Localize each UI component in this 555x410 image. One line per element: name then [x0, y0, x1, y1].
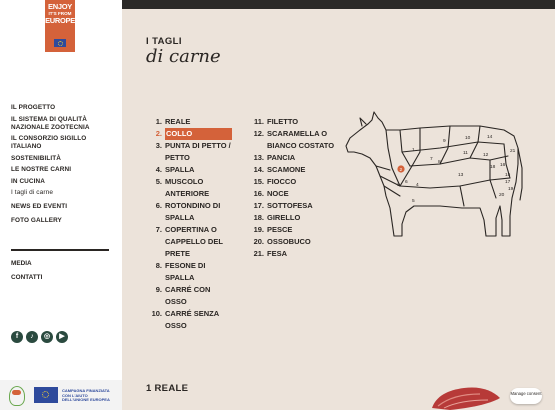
cut-label-16: 16 [500, 162, 506, 168]
enjoy-europe-logo[interactable]: ENJOY IT'S FROM EUROPE [45, 0, 75, 52]
page-title: di carne [146, 46, 221, 67]
cut-item[interactable]: 11. FILETTO [248, 116, 338, 128]
cut-item[interactable]: 13. PANCIA [248, 152, 338, 164]
cut-label-8: 8 [438, 159, 441, 165]
cut-item[interactable]: 3. PUNTA DI PETTO / PETTO [146, 140, 232, 164]
youtube-icon[interactable]: ▶ [56, 331, 68, 343]
nav-item-progetto[interactable]: IL PROGETTO [11, 104, 117, 112]
eu-flag-icon [34, 387, 58, 403]
cut-label-20: 20 [499, 192, 505, 198]
cut-label-4: 4 [416, 182, 419, 188]
social-links: f ♪ ◎ ▶ [11, 331, 68, 343]
cut-item[interactable]: 8. FESONE DI SPALLA [146, 260, 232, 284]
nav-item-contatti[interactable]: CONTATTI [11, 274, 42, 282]
nav-item-in-cucina[interactable]: IN CUCINA [11, 178, 117, 186]
cut-label-10: 10 [465, 135, 471, 141]
nav-item-media[interactable]: MEDIA [11, 260, 42, 268]
cut-item[interactable]: 20. OSSOBUCO [248, 236, 338, 248]
cut-label-7: 7 [430, 156, 433, 162]
cut-item[interactable]: 5. MUSCOLO ANTERIORE [146, 176, 232, 200]
eu-flag-icon [54, 39, 66, 47]
tiktok-icon[interactable]: ♪ [26, 331, 38, 343]
cut-label-9: 9 [443, 138, 446, 144]
logo-line3: EUROPE [45, 16, 75, 26]
nav-item-news-eventi[interactable]: NEWS ED EVENTI [11, 203, 117, 211]
cut-item[interactable]: 6. ROTONDINO DI SPALLA [146, 200, 232, 224]
nav-item-foto-gallery[interactable]: FOTO GALLERY [11, 217, 117, 225]
cut-label-15: 15 [505, 172, 511, 178]
logo-line1: ENJOY [48, 2, 72, 11]
cut-item[interactable]: 16. NOCE [248, 188, 338, 200]
cow-cuts-diagram[interactable]: 1 2 3 4 5 6 7 8 9 10 11 12 13 14 15 16 1… [340, 108, 525, 243]
secondary-nav: MEDIA CONTATTI [11, 260, 42, 288]
cut-label-14: 14 [487, 134, 493, 140]
cow-outline [345, 111, 519, 237]
facebook-icon[interactable]: f [11, 331, 23, 343]
meat-cut-image [432, 387, 500, 410]
cut-label-1: 1 [412, 147, 415, 153]
cut-label-3: 3 [397, 182, 400, 188]
section-title: 1 REALE [146, 383, 189, 394]
sidebar: ENJOY IT'S FROM EUROPE IL PROGETTO IL SI… [0, 0, 122, 410]
funding-text: CAMPAGNA FINANZIATA CON L'AIUTO DELL'UNI… [62, 388, 110, 402]
cut-label-11: 11 [463, 150, 468, 156]
cut-label-12: 12 [483, 152, 489, 158]
cut-item[interactable]: 12. SCARAMELLA O BIANCO COSTATO [248, 128, 338, 152]
main-nav: IL PROGETTO IL SISTEMA DI QUALITÀ NAZION… [11, 104, 117, 225]
cut-item-active[interactable]: 2. COLLO [146, 128, 232, 140]
cut-item[interactable]: 7. COPERTINA O CAPPELLO DEL PRETE [146, 224, 232, 260]
cut-item[interactable]: 21. FESA [248, 248, 338, 260]
cut-label-19: 19 [508, 186, 514, 192]
cut-item[interactable]: 17. SOTTOFESA [248, 200, 338, 212]
cut-label-6: 6 [405, 179, 408, 185]
cow-ear [359, 117, 367, 127]
cut-item[interactable]: 10. CARRÉ SENZA OSSO [146, 308, 232, 332]
cut-item[interactable]: 4. SPALLA [146, 164, 232, 176]
instagram-icon[interactable]: ◎ [41, 331, 53, 343]
nav-subitem-tagli-carne[interactable]: I tagli di carne [11, 189, 117, 197]
cut-item[interactable]: 1. REALE [146, 116, 232, 128]
nav-item-sostenibilita[interactable]: SOSTENIBILITÀ [11, 155, 117, 163]
cut-item[interactable]: 19. PESCE [248, 224, 338, 236]
sigillo-italiano-logo-icon [9, 386, 25, 406]
cuts-list-column-2: 11. FILETTO 12. SCARAMELLA O BIANCO COSTAT… [248, 116, 338, 260]
nav-item-nostre-carni[interactable]: LE NOSTRE CARNI [11, 166, 117, 174]
cut-label-13: 13 [458, 172, 464, 178]
top-bar [122, 0, 555, 9]
cow-tail [517, 147, 523, 201]
nav-item-consorzio[interactable]: IL CONSORZIO SIGILLO ITALIANO [11, 135, 117, 151]
cut-label-2: 2 [400, 167, 403, 173]
nav-item-sistema-qualita[interactable]: IL SISTEMA DI QUALITÀ NAZIONALE ZOOTECNI… [11, 116, 117, 132]
nav-divider [11, 249, 109, 251]
cut-item[interactable]: 15. FIOCCO [248, 176, 338, 188]
cut-label-5: 5 [412, 198, 415, 204]
manage-consent-button[interactable]: Manage consent [510, 388, 542, 404]
cuts-list-column-1: 1. REALE 2. COLLO 3. PUNTA DI PETTO / PETTO… [146, 116, 232, 332]
cut-label-17: 17 [505, 179, 511, 185]
cut-item[interactable]: 9. CARRÉ CON OSSO [146, 284, 232, 308]
cut-label-21: 21 [510, 148, 516, 154]
cut-label-18: 18 [490, 164, 496, 170]
cut-item[interactable]: 18. GIRELLO [248, 212, 338, 224]
cut-item[interactable]: 14. SCAMONE [248, 164, 338, 176]
